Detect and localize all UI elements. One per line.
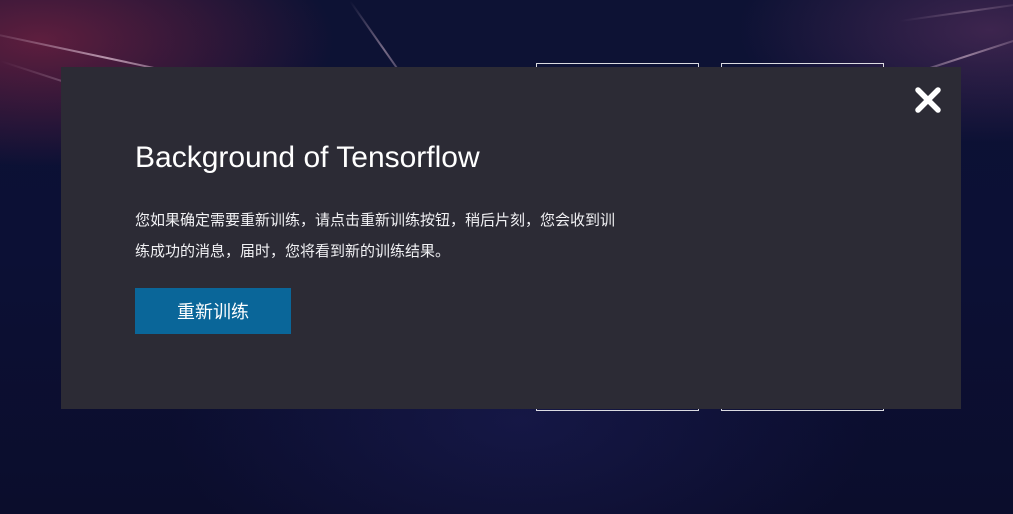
modal-title: Background of Tensorflow (135, 141, 480, 174)
close-button[interactable] (915, 87, 941, 113)
modal-message: 您如果确定需要重新训练，请点击重新训练按钮，稍后片刻，您会收到训练成功的消息，届… (135, 211, 616, 260)
close-icon (915, 87, 941, 113)
retrain-modal: Background of Tensorflow 您如果确定需要重新训练，请点击… (61, 67, 961, 409)
retrain-button[interactable]: 重新训练 (135, 288, 291, 334)
light-streak (899, 0, 1013, 22)
